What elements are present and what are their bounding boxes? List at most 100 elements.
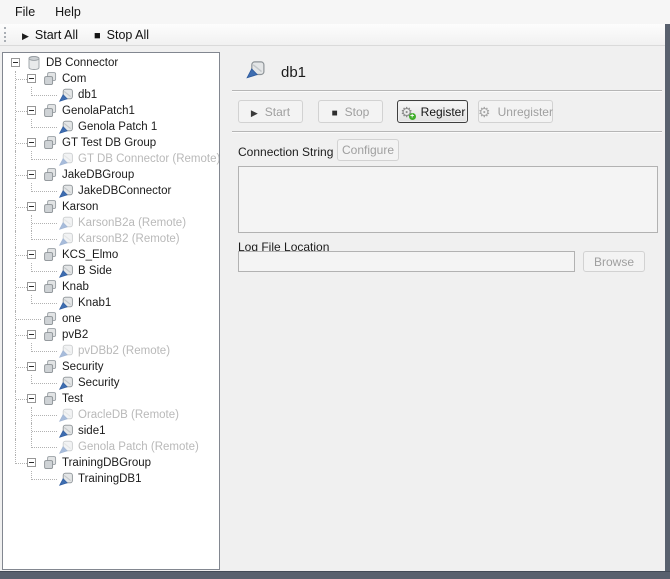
window-edge-bottom <box>0 571 670 579</box>
db-group-icon <box>42 103 58 119</box>
stop-button-label: Stop <box>345 105 370 119</box>
tree-item-kcs-elmo[interactable]: KCS_Elmo <box>3 247 219 263</box>
connection-string-label: Connection String <box>238 145 333 159</box>
tree-item-side1[interactable]: side1 <box>3 423 219 439</box>
tree-item-db-connector[interactable]: DB Connector <box>3 55 219 71</box>
stop-button[interactable]: Stop <box>318 100 383 123</box>
tree-item-label: GT DB Connector (Remote) <box>78 151 220 167</box>
start-button-label: Start <box>265 105 290 119</box>
tree-expander[interactable] <box>27 394 36 403</box>
tree-item-gt-db-connector-remote[interactable]: GT DB Connector (Remote) <box>3 151 219 167</box>
tree-item-oracledb-remote[interactable]: OracleDB (Remote) <box>3 407 219 423</box>
tree-item-jakedbgroup[interactable]: JakeDBGroup <box>3 167 219 183</box>
stop-icon <box>94 28 101 42</box>
log-file-input[interactable] <box>238 251 575 272</box>
menu-bar: File Help <box>0 0 670 24</box>
menu-item-help[interactable]: Help <box>45 2 91 22</box>
tree-item-gt-test-db-group[interactable]: GT Test DB Group <box>3 135 219 151</box>
tree-item-label: Security <box>78 375 120 391</box>
play-icon <box>22 28 29 42</box>
tree-item-label: Genola Patch 1 <box>78 119 157 135</box>
tree-expander[interactable] <box>27 138 36 147</box>
tree-expander[interactable] <box>27 362 36 371</box>
register-button[interactable]: Register <box>397 100 468 123</box>
tree-item-genola-patch-remote[interactable]: Genola Patch (Remote) <box>3 439 219 455</box>
db-connector-icon <box>58 471 74 487</box>
db-connector-icon <box>58 295 74 311</box>
start-button[interactable]: Start <box>238 100 303 123</box>
tree-item-karsonb2-remote[interactable]: KarsonB2 (Remote) <box>3 231 219 247</box>
tree-item-label: KarsonB2a (Remote) <box>78 215 186 231</box>
db-group-icon <box>42 327 58 343</box>
tree-item-label: Security <box>62 359 104 375</box>
configure-button-label: Configure <box>342 143 394 157</box>
tree-item-label: B Side <box>78 263 112 279</box>
tree-item-security[interactable]: Security <box>3 375 219 391</box>
tree-item-karson[interactable]: Karson <box>3 199 219 215</box>
tree-expander[interactable] <box>27 170 36 179</box>
db-connector-icon <box>58 343 74 359</box>
stop-all-label: Stop All <box>107 28 149 42</box>
tree-item-security[interactable]: Security <box>3 359 219 375</box>
window-edge-right <box>665 24 670 579</box>
gear-plus-icon <box>400 105 414 119</box>
db-group-icon <box>42 391 58 407</box>
toolbar-grip[interactable] <box>4 27 9 42</box>
start-all-button[interactable]: Start All <box>14 26 86 44</box>
tree-item-label: side1 <box>78 423 106 439</box>
page-title: db1 <box>281 64 306 81</box>
tree-item-label: db1 <box>78 87 97 103</box>
tree-item-knab1[interactable]: Knab1 <box>3 295 219 311</box>
tree-item-knab[interactable]: Knab <box>3 279 219 295</box>
tree-item-one[interactable]: one <box>3 311 219 327</box>
db-tree: DB ConnectorComdb1GenolaPatch1Genola Pat… <box>3 53 219 487</box>
unregister-button[interactable]: Unregister <box>478 100 553 123</box>
db-connector-icon <box>58 375 74 391</box>
tree-expander[interactable] <box>27 330 36 339</box>
menu-item-file[interactable]: File <box>5 2 45 22</box>
db-connector-icon <box>58 439 74 455</box>
tree-item-label: Genola Patch (Remote) <box>78 439 199 455</box>
tree-expander[interactable] <box>27 250 36 259</box>
db-group-icon <box>42 311 58 327</box>
tree-item-pvb2[interactable]: pvB2 <box>3 327 219 343</box>
tree-item-trainingdb1[interactable]: TrainingDB1 <box>3 471 219 487</box>
detail-header: db1 <box>245 60 306 84</box>
db-connector-icon <box>58 119 74 135</box>
tree-item-test[interactable]: Test <box>3 391 219 407</box>
buttons-separator <box>232 131 662 133</box>
tree-expander[interactable] <box>27 106 36 115</box>
tree-item-pvdbb2-remote[interactable]: pvDBb2 (Remote) <box>3 343 219 359</box>
tree-expander[interactable] <box>27 458 36 467</box>
db-group-icon <box>42 247 58 263</box>
tree-expander[interactable] <box>27 74 36 83</box>
tree-item-label: JakeDBGroup <box>62 167 134 183</box>
db-tree-panel[interactable]: DB ConnectorComdb1GenolaPatch1Genola Pat… <box>2 52 220 570</box>
db-group-icon <box>42 71 58 87</box>
tree-item-b-side[interactable]: B Side <box>3 263 219 279</box>
tree-expander[interactable] <box>11 58 20 67</box>
tree-item-trainingdbgroup[interactable]: TrainingDBGroup <box>3 455 219 471</box>
tree-item-db1[interactable]: db1 <box>3 87 219 103</box>
register-button-label: Register <box>421 105 466 119</box>
connection-string-textarea[interactable] <box>238 166 658 233</box>
stop-all-button[interactable]: Stop All <box>86 26 157 44</box>
tree-expander[interactable] <box>27 282 36 291</box>
tree-item-label: JakeDBConnector <box>78 183 171 199</box>
db-connector-icon <box>58 183 74 199</box>
tree-item-jakedbconnector[interactable]: JakeDBConnector <box>3 183 219 199</box>
tree-expander[interactable] <box>27 202 36 211</box>
tree-item-com[interactable]: Com <box>3 71 219 87</box>
tree-item-label: OracleDB (Remote) <box>78 407 179 423</box>
tree-item-label: DB Connector <box>46 55 118 71</box>
configure-button[interactable]: Configure <box>337 139 399 161</box>
tree-item-karsonb2a-remote[interactable]: KarsonB2a (Remote) <box>3 215 219 231</box>
play-icon <box>251 105 258 119</box>
tree-item-genola-patch-1[interactable]: Genola Patch 1 <box>3 119 219 135</box>
tree-item-label: TrainingDB1 <box>78 471 142 487</box>
tree-item-genolapatch1[interactable]: GenolaPatch1 <box>3 103 219 119</box>
tree-item-label: GenolaPatch1 <box>62 103 135 119</box>
tree-item-label: pvB2 <box>62 327 88 343</box>
detail-panel: db1 Start Stop Register Unregi <box>220 52 665 570</box>
browse-button[interactable]: Browse <box>583 251 645 272</box>
